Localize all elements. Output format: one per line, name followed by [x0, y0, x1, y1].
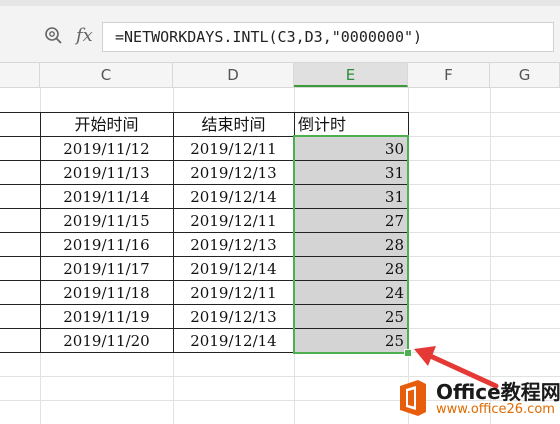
zoom-icon[interactable]	[44, 26, 64, 46]
column-header-row: C D E F G	[0, 62, 560, 88]
watermark-url: www.office26.com	[436, 402, 555, 417]
column-header-d[interactable]: D	[173, 63, 294, 87]
cell-start-date[interactable]: 2019/11/19	[40, 305, 173, 329]
cell-start-date[interactable]: 2019/11/12	[40, 137, 173, 161]
selection-border	[293, 135, 409, 354]
header-countdown[interactable]: 倒计时	[294, 113, 408, 137]
office26-logo: Office教程网 www.office26.com	[396, 376, 560, 424]
cell-start-date[interactable]: 2019/11/18	[40, 281, 173, 305]
cell-start-date[interactable]: 2019/11/20	[40, 329, 173, 353]
toolbar-edge	[0, 0, 560, 6]
column-header-f[interactable]: F	[408, 63, 490, 87]
row-selector-corner[interactable]	[0, 63, 40, 87]
cell-end-date[interactable]: 2019/12/11	[173, 137, 294, 161]
cell-end-date[interactable]: 2019/12/14	[173, 185, 294, 209]
column-header-c[interactable]: C	[40, 63, 173, 87]
cell-end-date[interactable]: 2019/12/13	[173, 161, 294, 185]
fx-icon[interactable]: fx	[76, 25, 93, 46]
cell-end-date[interactable]: 2019/12/13	[173, 305, 294, 329]
cell-end-date[interactable]: 2019/12/14	[173, 257, 294, 281]
cell-start-date[interactable]: 2019/11/16	[40, 233, 173, 257]
cell-start-date[interactable]: 2019/11/13	[40, 161, 173, 185]
column-header-e[interactable]: E	[294, 63, 408, 87]
cell-end-date[interactable]: 2019/12/14	[173, 329, 294, 353]
watermark-brand: Office教程网	[436, 380, 560, 404]
column-header-g[interactable]: G	[490, 63, 560, 87]
cell-end-date[interactable]: 2019/12/11	[173, 281, 294, 305]
header-start-time[interactable]: 开始时间	[40, 113, 173, 137]
formula-input[interactable]: =NETWORKDAYS.INTL(C3,D3,"0000000")	[102, 22, 554, 52]
cell-end-date[interactable]: 2019/12/11	[173, 209, 294, 233]
header-end-time[interactable]: 结束时间	[173, 113, 294, 137]
cell-end-date[interactable]: 2019/12/13	[173, 233, 294, 257]
cell-start-date[interactable]: 2019/11/15	[40, 209, 173, 233]
formula-bar: fx =NETWORKDAYS.INTL(C3,D3,"0000000")	[0, 0, 560, 62]
cell-start-date[interactable]: 2019/11/14	[40, 185, 173, 209]
cell-start-date[interactable]: 2019/11/17	[40, 257, 173, 281]
office-logo-icon	[400, 380, 426, 416]
